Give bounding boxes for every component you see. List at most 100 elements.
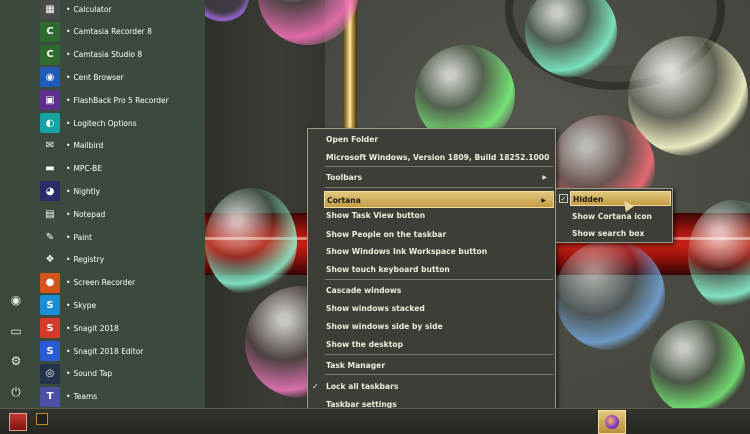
menu-item[interactable]: Task Manager — [324, 357, 554, 374]
camtasia-studio-icon: C — [40, 44, 60, 65]
start-app-item[interactable]: S • Snagit 2018 Editor — [40, 340, 205, 362]
bullet: • — [66, 72, 71, 82]
chevron-right-icon: ▶ — [542, 174, 547, 181]
submenu-item[interactable]: Show search box — [570, 226, 671, 241]
taskbar[interactable] — [0, 408, 750, 434]
start-app-item[interactable]: ▣ • FlashBack Pro 5 Recorder — [40, 89, 205, 111]
start-app-label: Sound Tap — [73, 369, 113, 379]
menu-item-label: Microsoft Windows, Version 1809, Build 1… — [326, 153, 550, 162]
start-app-label: FlashBack Pro 5 Recorder — [73, 95, 169, 105]
bullet: • — [66, 209, 71, 219]
snagit-icon: S — [40, 318, 60, 339]
bullet: • — [66, 323, 71, 333]
bullet: • — [66, 300, 71, 310]
menu-item[interactable]: Show the desktop — [324, 336, 554, 353]
settings-icon[interactable]: ⚙ — [9, 354, 23, 368]
start-app-item[interactable]: ◎ • Sound Tap — [40, 363, 205, 385]
bullet: • — [66, 369, 71, 379]
menu-separator — [325, 187, 553, 188]
flashback-icon: ▣ — [40, 90, 60, 111]
power-icon[interactable]: ⏻ — [9, 385, 23, 399]
start-app-label: Teams — [73, 392, 98, 402]
menu-item[interactable]: Cortana ▶ — [324, 191, 554, 208]
bullet: • — [66, 4, 71, 14]
paint-icon: ✎ — [40, 227, 60, 247]
menu-item[interactable]: Open Folder — [324, 131, 554, 148]
start-app-label: Snagit 2018 Editor — [73, 346, 144, 356]
checkbox-icon: ✓ — [559, 194, 568, 203]
skype-icon: S — [40, 295, 60, 316]
menu-item-label: Show windows side by side — [326, 322, 443, 331]
menu-item-label: Show touch keyboard button — [326, 265, 450, 274]
menu-separator — [325, 279, 553, 280]
camtasia-recorder-icon: C — [40, 21, 60, 42]
start-app-item[interactable]: ▬ • MPC-BE — [40, 158, 205, 180]
start-app-item[interactable]: ✎ • Paint — [40, 226, 205, 248]
start-app-item[interactable]: S • Skype — [40, 294, 205, 316]
bubble — [205, 188, 297, 296]
menu-item[interactable]: Show touch keyboard button — [324, 261, 554, 278]
bubble — [650, 320, 745, 408]
start-app-item[interactable]: C • Camtasia Studio 8 — [40, 44, 205, 66]
start-rail: ◉ ▭ ⚙ ⏻ — [0, 0, 32, 408]
console-icon[interactable] — [36, 413, 48, 425]
start-app-item[interactable]: ● • Screen Recorder — [40, 272, 205, 294]
start-app-item[interactable]: C • Camtasia Recorder 8 — [40, 21, 205, 43]
teams-icon: T — [40, 386, 60, 407]
user-icon[interactable]: ◉ — [9, 293, 23, 307]
start-app-item[interactable]: ◉ • Cent Browser — [40, 66, 205, 88]
start-app-label: Calculator — [73, 4, 112, 14]
menu-item-label: Show the desktop — [326, 340, 404, 349]
bullet: • — [66, 50, 71, 60]
mpc-be-icon: ▬ — [40, 158, 60, 179]
start-app-label: Logitech Options — [73, 118, 137, 128]
start-app-item[interactable]: ❖ • Registry — [40, 249, 205, 271]
start-app-label: Screen Recorder — [73, 278, 136, 288]
menu-item[interactable]: Show Task View button — [324, 207, 554, 224]
snagit-editor-icon: S — [40, 341, 60, 361]
menu-item[interactable]: Show windows side by side — [324, 318, 554, 335]
menu-item[interactable]: Lock all taskbars ✓ — [312, 378, 554, 395]
sound-tap-icon: ◎ — [40, 363, 60, 384]
menu-item[interactable]: Show Windows Ink Workspace button — [324, 243, 554, 260]
registry-icon: ❖ — [40, 249, 60, 270]
bullet: • — [66, 186, 71, 196]
firefox-nightly-icon[interactable] — [598, 410, 626, 434]
bullet: • — [66, 278, 71, 288]
menu-item[interactable]: Toolbars ▶ — [324, 169, 554, 186]
menu-item[interactable]: Microsoft Windows, Version 1809, Build 1… — [324, 149, 554, 166]
menu-item[interactable]: Show People on the taskbar — [324, 226, 554, 243]
start-app-label: Paint — [73, 232, 92, 242]
start-app-label: Camtasia Recorder 8 — [73, 27, 152, 37]
start-app-label: Nightly — [73, 186, 101, 196]
pictures-icon[interactable]: ▭ — [9, 324, 23, 338]
nightly-icon: ◕ — [40, 181, 60, 202]
start-app-item[interactable]: ✉ • Mailbird — [40, 135, 205, 157]
start-app-item[interactable]: ◐ • Logitech Options — [40, 112, 205, 134]
taskbar-context-menu: Open Folder Microsoft Windows, Version 18… — [307, 128, 556, 412]
bullet: • — [66, 141, 71, 151]
start-app-label: MPC-BE — [73, 164, 102, 174]
check-icon: ✓ — [312, 382, 319, 391]
start-app-label: Skype — [73, 300, 97, 310]
start-app-item[interactable]: ▦ • Calculator — [40, 0, 205, 20]
start-app-label: Cent Browser — [73, 72, 124, 82]
logitech-icon: ◐ — [40, 113, 60, 133]
screen-recorder-icon: ● — [40, 272, 60, 293]
bullet: • — [66, 164, 71, 174]
bullet: • — [66, 346, 71, 356]
menu-item[interactable]: Cascade windows — [324, 282, 554, 299]
start-icon[interactable] — [9, 413, 27, 431]
bullet: • — [66, 95, 71, 105]
start-app-item[interactable]: ▤ • Notepad — [40, 203, 205, 225]
start-app-item[interactable]: T • Teams — [40, 386, 205, 408]
menu-item-label: Show Task View button — [326, 211, 426, 220]
menu-item[interactable]: Show windows stacked — [324, 300, 554, 317]
menu-item-label: Toolbars — [326, 173, 363, 182]
start-app-item[interactable]: S • Snagit 2018 — [40, 317, 205, 339]
notepad-icon: ▤ — [40, 204, 60, 225]
start-app-label: Camtasia Studio 8 — [73, 50, 143, 60]
start-app-item[interactable]: ◕ • Nightly — [40, 180, 205, 202]
submenu-item[interactable]: Show Cortana icon — [570, 209, 671, 224]
menu-item-label: Cortana — [327, 196, 361, 205]
